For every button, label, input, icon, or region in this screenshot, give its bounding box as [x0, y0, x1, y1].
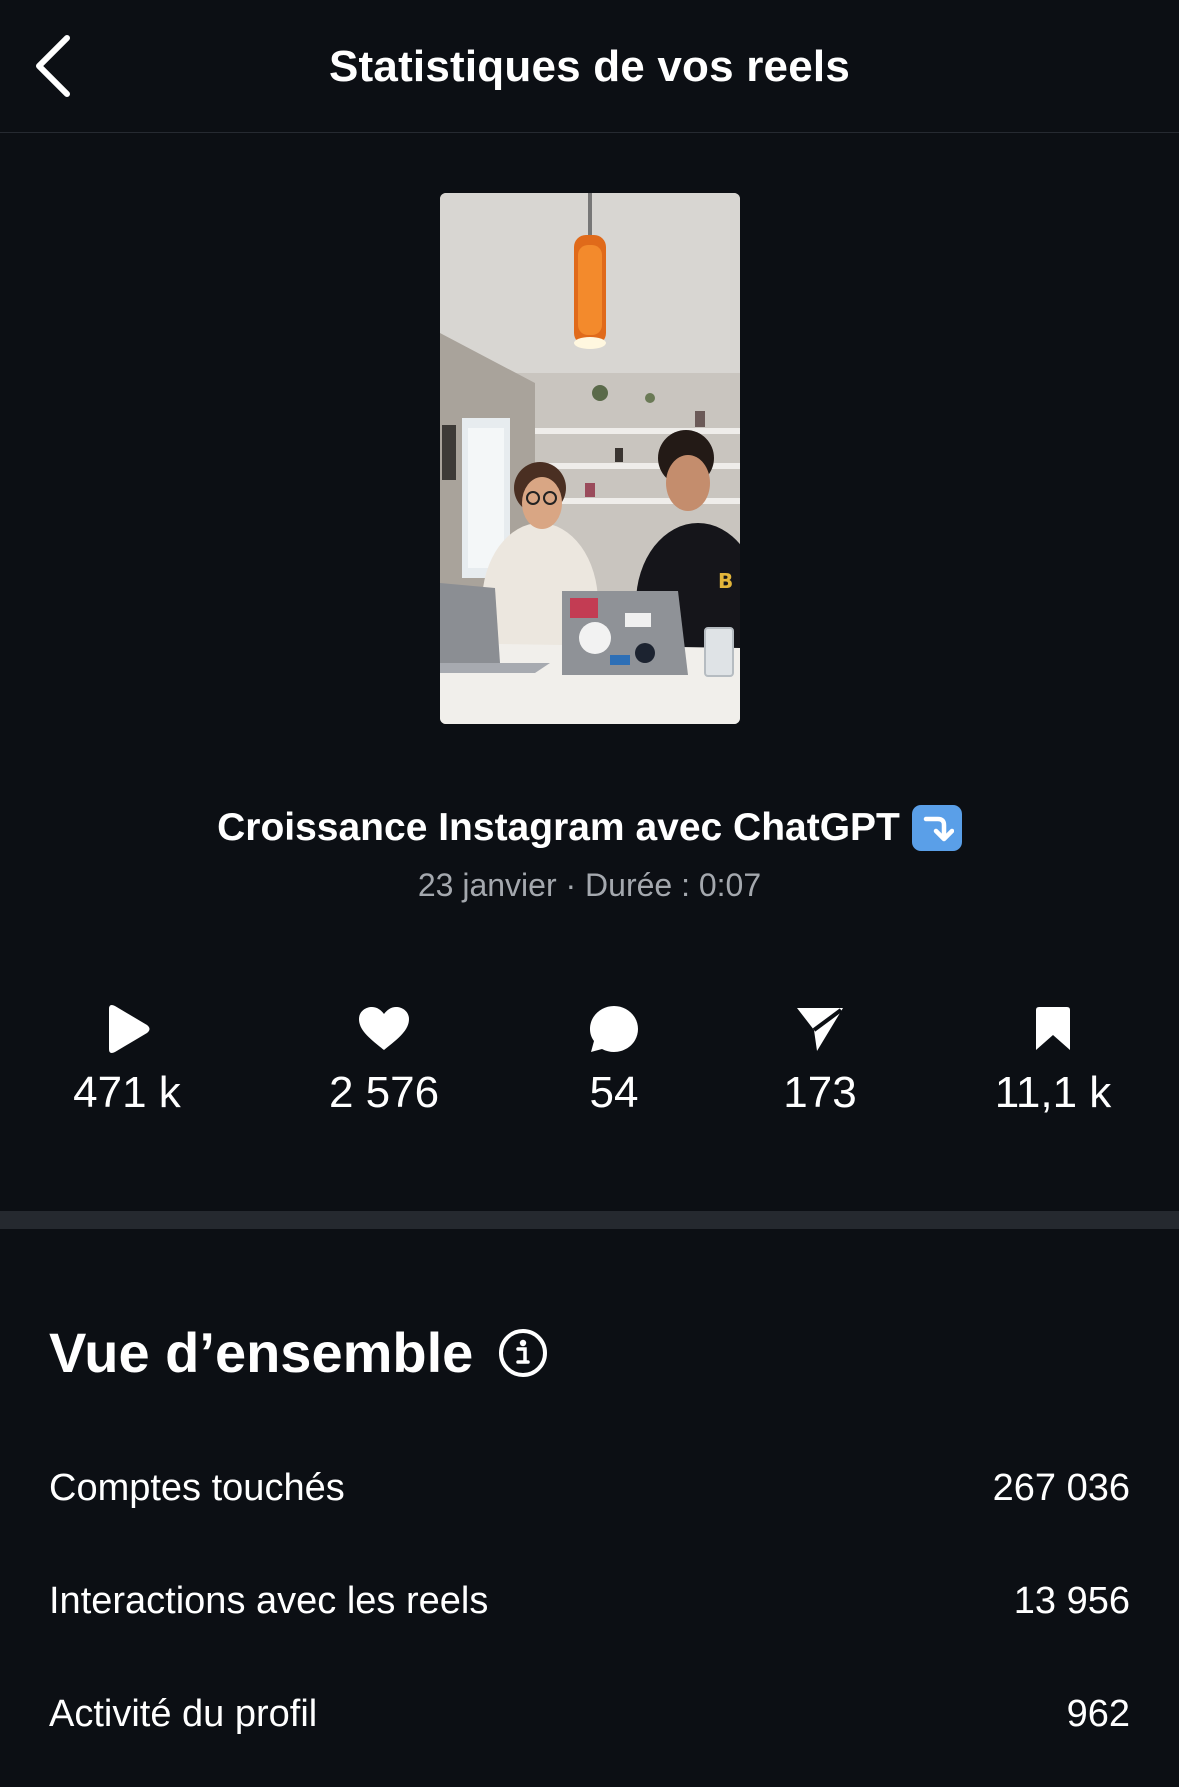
stat-saves: 11,1 k	[953, 1000, 1153, 1118]
overview-row-profile-activity[interactable]: Activité du profil 962	[49, 1684, 1130, 1744]
play-icon	[27, 1000, 227, 1058]
stat-plays: 471 k	[27, 1000, 227, 1118]
top-bar: Statistiques de vos reels	[0, 0, 1179, 133]
row-label: Activité du profil	[49, 1692, 318, 1735]
svg-text:B: B	[718, 569, 733, 593]
heart-icon	[284, 1000, 484, 1058]
info-icon[interactable]	[499, 1328, 548, 1377]
row-value: 13 956	[1013, 1579, 1130, 1622]
row-value: 267 036	[992, 1466, 1130, 1509]
reel-date-duration: 23 janvier · Durée : 0:07	[417, 867, 762, 903]
reel-title: Croissance Instagram avec ChatGPT	[0, 805, 1179, 851]
stat-likes: 2 576	[284, 1000, 484, 1118]
engagement-stats: 471 k 2 576 54 173 11,1 k	[0, 1000, 1179, 1130]
overview-title: Vue d’ensemble	[49, 1321, 474, 1384]
arrow-down-right-icon	[911, 805, 962, 851]
bookmark-icon	[953, 1000, 1153, 1058]
comment-icon	[514, 1000, 714, 1058]
likes-count: 2 576	[328, 1068, 440, 1117]
share-icon	[720, 1000, 920, 1058]
reel-thumbnail[interactable]: B	[440, 193, 740, 724]
shares-count: 173	[783, 1068, 857, 1117]
stat-shares: 173	[720, 1000, 920, 1118]
reel-insights-screen: Statistiques de vos reels B Croissance I…	[0, 0, 1179, 1787]
overview-row-accounts-reached[interactable]: Comptes touchés 267 036	[49, 1458, 1130, 1518]
section-divider	[0, 1211, 1179, 1229]
comments-count: 54	[589, 1068, 639, 1117]
row-label: Comptes touchés	[49, 1466, 345, 1509]
page-title: Statistiques de vos reels	[329, 42, 850, 91]
overview-row-reel-interactions[interactable]: Interactions avec les reels 13 956	[49, 1571, 1130, 1631]
row-label: Interactions avec les reels	[49, 1579, 489, 1622]
row-value: 962	[1066, 1692, 1130, 1735]
saves-count: 11,1 k	[994, 1068, 1112, 1117]
stat-comments: 54	[514, 1000, 714, 1118]
reel-title-text: Croissance Instagram avec ChatGPT	[217, 806, 900, 849]
overview-heading: Vue d’ensemble	[49, 1320, 548, 1385]
plays-count: 471 k	[73, 1068, 181, 1117]
